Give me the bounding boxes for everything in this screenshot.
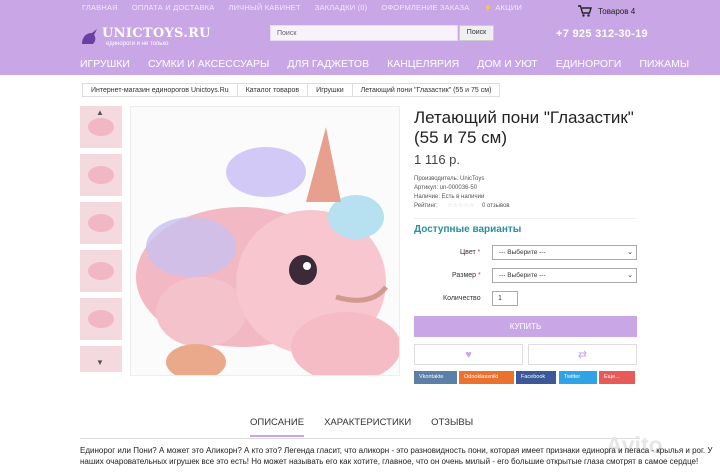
nav-stationery[interactable]: КАНЦЕЛЯРИЯ [387, 58, 459, 70]
breadcrumb-item[interactable]: Интернет-магазин единорогов Unictoys.Ru [83, 84, 238, 96]
product-description: Единорог или Пони? А может это Аликорн? … [80, 446, 713, 466]
tab-description[interactable]: ОПИСАНИЕ [250, 417, 305, 437]
cart-icon [578, 5, 592, 17]
top-links: ГЛАВНАЯ ОПЛАТА И ДОСТАВКА ЛИЧНЫЙ КАБИНЕТ… [82, 3, 522, 12]
product-image[interactable] [130, 106, 400, 376]
cart-label: Товаров 4 [598, 6, 636, 16]
breadcrumb-item[interactable]: Игрушки [308, 84, 353, 96]
chevron-down-icon[interactable]: ▼ [96, 358, 104, 367]
chevron-down-icon: ⌄ [627, 249, 633, 256]
site-logo[interactable]: UNICTOYS.RU единороги и не только [80, 26, 211, 50]
search-input[interactable]: Поиск [270, 25, 458, 41]
main-nav: ИГРУШКИ СУМКИ И АКСЕССУАРЫ ДЛЯ ГАДЖЕТОВ … [80, 58, 707, 70]
tabs-divider [80, 438, 640, 439]
breadcrumb-item[interactable]: Летающий пони "Глазастик" (55 и 75 см) [353, 84, 500, 96]
nav-home[interactable]: ДОМ И УЮТ [477, 58, 538, 70]
breadcrumb: Интернет-магазин единорогов Unictoys.Ru … [82, 83, 501, 97]
thumbnail[interactable]: ▼ [80, 346, 122, 372]
color-select[interactable]: --- Выберите --- ⌄ [492, 245, 637, 260]
nav-bags[interactable]: СУМКИ И АКСЕССУАРЫ [148, 58, 269, 70]
manufacturer: Производитель: UnicToys [414, 176, 485, 182]
reviews-link[interactable]: 0 отзывов [482, 203, 510, 209]
logo-tagline: единороги и не только [106, 41, 169, 47]
share-twitter[interactable]: Twitter [559, 371, 597, 384]
phone-number: +7 925 312-30-19 [556, 28, 648, 40]
cart-button[interactable]: Товаров 4 [578, 5, 635, 17]
toplink-promo[interactable]: ⚡ АКЦИИ [483, 3, 522, 12]
share-more[interactable]: Еще... [599, 371, 635, 384]
logo-text: UNICTOYS.RU [102, 26, 211, 41]
variants-heading: Доступные варианты [414, 224, 522, 235]
star-icons: ☆☆☆☆☆ [447, 203, 475, 209]
product-tabs: ОПИСАНИЕ ХАРАКТЕРИСТИКИ ОТЗЫВЫ [250, 417, 493, 437]
thumbnail[interactable] [80, 250, 122, 292]
chevron-down-icon: ⌄ [627, 272, 633, 279]
size-select[interactable]: --- Выберите --- ⌄ [492, 268, 637, 283]
thumbnail-gallery: ▲ ▼ [80, 106, 122, 378]
thumbnail[interactable] [80, 298, 122, 340]
share-vkontakte[interactable]: Vkontakte [414, 371, 457, 384]
lightning-icon: ⚡ [483, 3, 494, 12]
wishlist-button[interactable]: ♥ [414, 344, 523, 365]
thumbnail[interactable] [80, 154, 122, 196]
share-facebook[interactable]: Facebook [516, 371, 556, 384]
compare-button[interactable]: ⇄ [528, 344, 637, 365]
quantity-label: Количество [443, 295, 481, 302]
buy-button[interactable]: КУПИТЬ [414, 316, 637, 337]
product-meta: Производитель: UnicToys Артикул: un-0000… [414, 175, 510, 211]
product-price: 1 116 р. [414, 152, 461, 167]
nav-toys[interactable]: ИГРУШКИ [80, 58, 130, 70]
chevron-up-icon[interactable]: ▲ [96, 108, 104, 117]
toplink-checkout[interactable]: ОФОРМЛЕНИЕ ЗАКАЗА [381, 3, 469, 12]
breadcrumb-item[interactable]: Каталог товаров [238, 84, 309, 96]
tab-specs[interactable]: ХАРАКТЕРИСТИКИ [324, 417, 411, 437]
heart-icon: ♥ [465, 349, 472, 361]
divider [414, 218, 637, 219]
share-odnoklassniki[interactable]: Odnoklassniki [459, 371, 514, 384]
article: Артикул: un-000036-50 [414, 185, 478, 191]
nav-pajamas[interactable]: ПИЖАМЫ [639, 58, 689, 70]
product-title: Летающий пони "Глазастик" (55 и 75 см) [414, 108, 634, 147]
thumbnail[interactable] [80, 202, 122, 244]
thumbnail[interactable]: ▲ [80, 106, 122, 148]
color-label: Цвет * [460, 249, 481, 256]
toplink-payment[interactable]: ОПЛАТА И ДОСТАВКА [132, 3, 215, 12]
size-label: Размер * [452, 272, 481, 279]
compare-icon: ⇄ [577, 349, 588, 361]
toplink-home[interactable]: ГЛАВНАЯ [82, 3, 118, 12]
rating: Рейтинг: ☆☆☆☆☆ 0 отзывов [414, 203, 510, 209]
unicorn-plush-illustration [136, 127, 399, 375]
search-button[interactable]: Поиск [459, 25, 494, 41]
nav-gadgets[interactable]: ДЛЯ ГАДЖЕТОВ [287, 58, 369, 70]
availability: Наличие: Есть в наличии [414, 194, 485, 200]
quantity-input[interactable]: 1 [492, 291, 518, 306]
toplink-bookmarks[interactable]: ЗАКЛАДКИ (0) [315, 3, 368, 12]
tab-reviews[interactable]: ОТЗЫВЫ [431, 417, 473, 437]
toplink-account[interactable]: ЛИЧНЫЙ КАБИНЕТ [228, 3, 300, 12]
unicorn-logo-icon [82, 29, 97, 44]
nav-unicorns[interactable]: ЕДИНОРОГИ [556, 58, 622, 70]
